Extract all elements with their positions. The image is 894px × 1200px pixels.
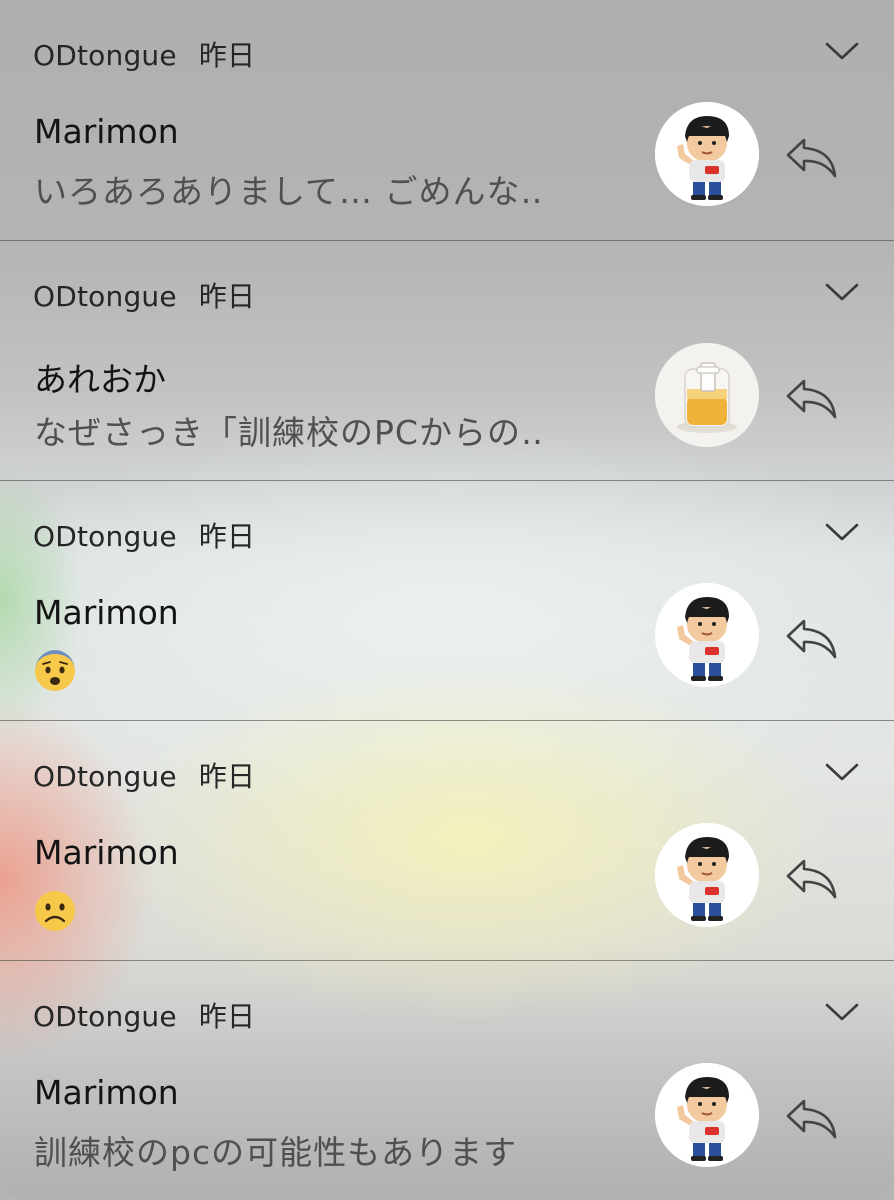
reply-icon[interactable] xyxy=(782,373,840,421)
notification-header: ODtongue 昨日 xyxy=(33,995,255,1035)
sender-name: Marimon xyxy=(34,1073,179,1112)
sender-name: Marimon xyxy=(34,112,179,151)
chevron-down-icon[interactable] xyxy=(824,279,860,305)
app-name: ODtongue xyxy=(33,760,177,793)
pudding-jar-avatar xyxy=(655,343,759,447)
sender-name: Marimon xyxy=(34,593,179,632)
sender-name: Marimon xyxy=(34,833,179,872)
frowning-face-emoji xyxy=(35,891,75,931)
notification-card[interactable]: ODtongue 昨日 Marimon xyxy=(0,480,894,720)
reply-icon[interactable] xyxy=(782,853,840,901)
chevron-down-icon[interactable] xyxy=(824,519,860,545)
person-avatar xyxy=(655,1063,759,1167)
notification-card[interactable]: ODtongue 昨日 Marimon xyxy=(0,720,894,960)
chevron-down-icon[interactable] xyxy=(824,38,860,64)
fearful-face-emoji xyxy=(35,650,75,691)
person-avatar xyxy=(655,823,759,927)
reply-icon[interactable] xyxy=(782,132,840,180)
message-preview xyxy=(34,646,76,700)
reply-icon[interactable] xyxy=(782,613,840,661)
message-preview xyxy=(34,886,76,940)
notification-card[interactable]: ODtongue 昨日 あれおか なぜさっき「訓練校のPCからの‥ xyxy=(0,240,894,480)
notification-header: ODtongue 昨日 xyxy=(33,34,255,74)
notification-panel: ODtongue 昨日 Marimon いろあろありまして… ごめんな‥ ODt… xyxy=(0,0,894,1200)
app-name: ODtongue xyxy=(33,1000,177,1033)
notification-time: 昨日 xyxy=(198,39,256,72)
notification-header: ODtongue 昨日 xyxy=(33,755,255,795)
notification-header: ODtongue 昨日 xyxy=(33,275,255,315)
notification-time: 昨日 xyxy=(198,1000,256,1033)
notification-card[interactable]: ODtongue 昨日 Marimon 訓練校のpcの可能性もあります xyxy=(0,960,894,1200)
person-avatar xyxy=(655,102,759,206)
message-preview: いろあろありまして… ごめんな‥ xyxy=(34,172,544,211)
app-name: ODtongue xyxy=(33,520,177,553)
person-avatar xyxy=(655,583,759,687)
message-preview: なぜさっき「訓練校のPCからの‥ xyxy=(34,413,544,452)
notification-time: 昨日 xyxy=(198,760,256,793)
notification-time: 昨日 xyxy=(198,280,256,313)
notification-card[interactable]: ODtongue 昨日 Marimon いろあろありまして… ごめんな‥ xyxy=(0,0,894,240)
sender-name: あれおか xyxy=(34,360,166,399)
reply-icon[interactable] xyxy=(782,1093,840,1141)
chevron-down-icon[interactable] xyxy=(824,999,860,1025)
notification-header: ODtongue 昨日 xyxy=(33,515,255,555)
chevron-down-icon[interactable] xyxy=(824,759,860,785)
app-name: ODtongue xyxy=(33,280,177,313)
notification-time: 昨日 xyxy=(198,520,256,553)
message-preview: 訓練校のpcの可能性もあります xyxy=(34,1133,518,1172)
app-name: ODtongue xyxy=(33,39,177,72)
